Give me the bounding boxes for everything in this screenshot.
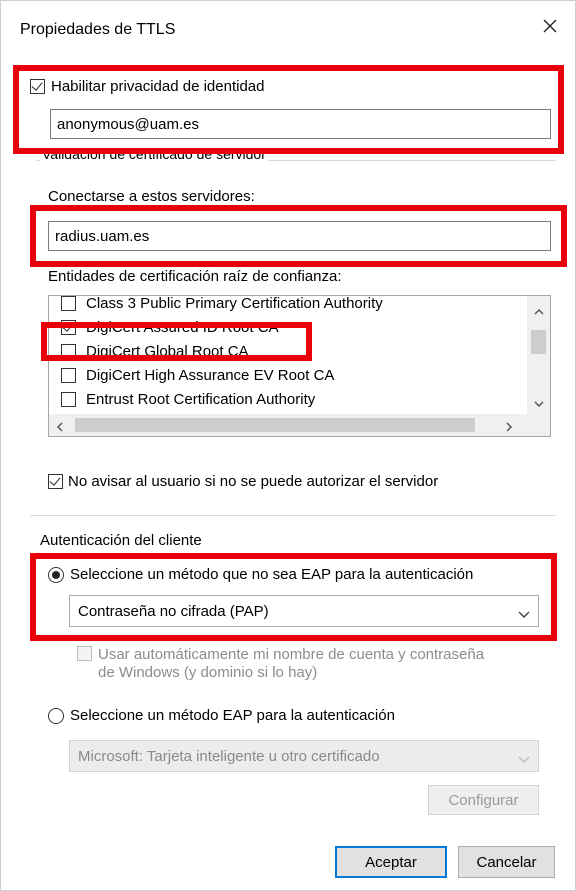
no-prompt-label: No avisar al usuario si no se puede auto… [68, 473, 439, 490]
eap-label: Seleccione un método EAP para la autenti… [70, 707, 395, 724]
auto-credentials-label: Usar automáticamente mi nombre de cuenta… [98, 646, 485, 681]
list-item[interactable]: DigiCert High Assurance EV Root CA [49, 363, 527, 387]
client-auth-group-label: Autenticación del cliente [40, 532, 202, 549]
eap-method-value: Microsoft: Tarjeta inteligente u otro ce… [78, 747, 380, 765]
highlight-servers [30, 205, 567, 267]
root-label: Entrust Root Certification Authority [86, 390, 316, 408]
scroll-left-icon[interactable] [55, 420, 65, 432]
eap-radio[interactable] [48, 707, 64, 724]
highlight-digicert [41, 322, 312, 361]
trusted-roots-label: Entidades de certificación raíz de confi… [48, 268, 342, 285]
trusted-roots-list[interactable]: Class 3 Public Primary Certification Aut… [48, 295, 551, 437]
close-icon[interactable] [538, 14, 562, 38]
vertical-scroll-thumb[interactable] [531, 330, 546, 354]
root-checkbox[interactable] [61, 391, 76, 407]
scroll-down-icon[interactable] [533, 396, 545, 408]
configure-button[interactable]: Configurar [428, 785, 539, 815]
connect-servers-label: Conectarse a estos servidores: [48, 188, 255, 205]
list-item[interactable]: Class 3 Public Primary Certification Aut… [49, 296, 527, 315]
root-checkbox[interactable] [61, 296, 76, 311]
root-checkbox[interactable] [61, 367, 76, 383]
chevron-down-icon [518, 751, 530, 763]
highlight-non-eap [30, 553, 557, 641]
ok-button[interactable]: Aceptar [335, 846, 447, 878]
client-auth-group-line [30, 515, 556, 516]
cancel-button[interactable]: Cancelar [458, 846, 555, 878]
horizontal-scroll-thumb[interactable] [75, 418, 475, 432]
root-label: Class 3 Public Primary Certification Aut… [86, 296, 383, 312]
root-label: DigiCert High Assurance EV Root CA [86, 366, 335, 384]
scroll-up-icon[interactable] [533, 304, 545, 315]
no-prompt-option[interactable]: No avisar al usuario si no se puede auto… [48, 473, 438, 490]
window-title: Propiedades de TTLS [20, 21, 176, 38]
eap-option[interactable]: Seleccione un método EAP para la autenti… [48, 707, 395, 724]
vertical-scrollbar[interactable] [527, 296, 550, 414]
auto-credentials-checkbox[interactable] [77, 646, 92, 665]
scroll-corner [527, 414, 550, 436]
no-prompt-checkbox[interactable] [48, 474, 63, 489]
eap-method-select[interactable]: Microsoft: Tarjeta inteligente u otro ce… [69, 740, 539, 772]
scroll-right-icon[interactable] [504, 420, 514, 432]
highlight-identity [13, 65, 564, 154]
horizontal-scrollbar[interactable] [49, 414, 527, 436]
list-item[interactable]: Entrust Root Certification Authority [49, 387, 527, 411]
